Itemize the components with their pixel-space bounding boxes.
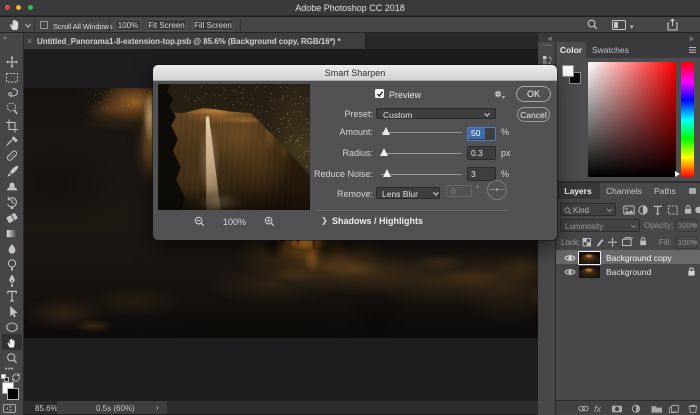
svg-text:fx: fx <box>594 404 602 413</box>
